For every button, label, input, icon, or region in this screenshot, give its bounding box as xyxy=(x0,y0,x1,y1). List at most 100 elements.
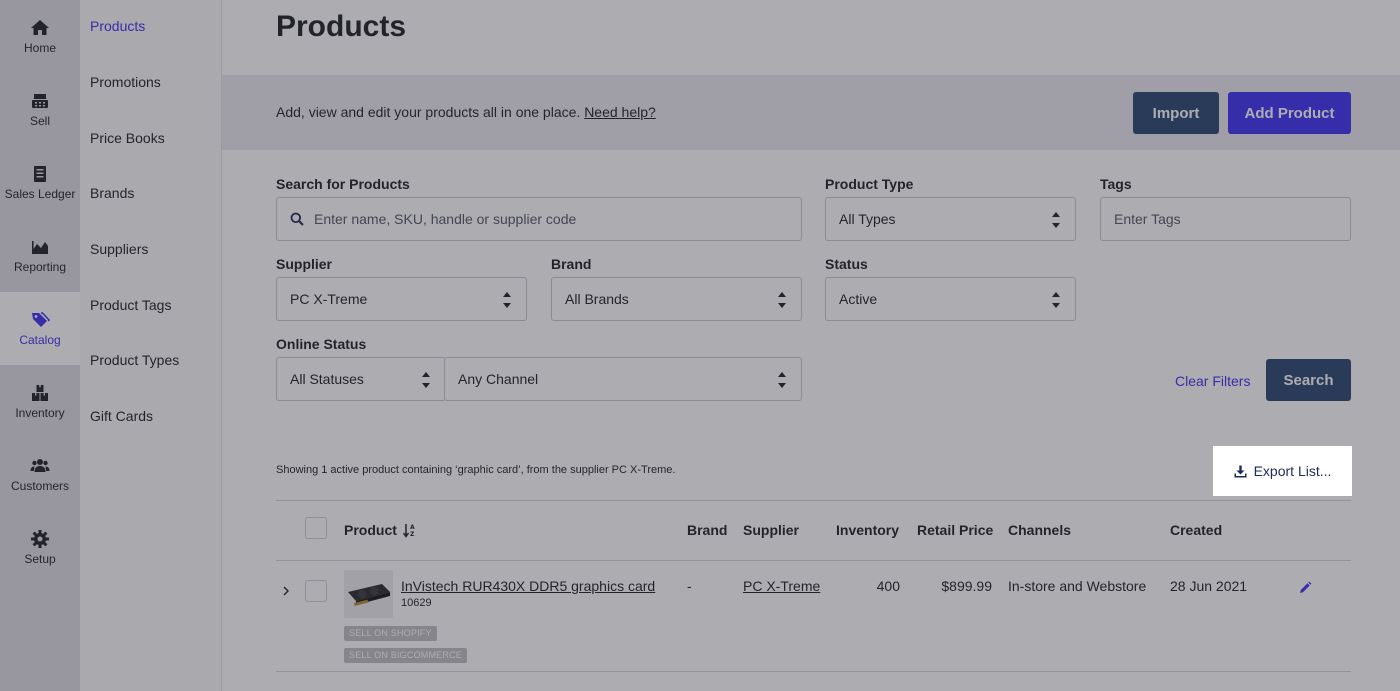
product-type-value: All Types xyxy=(839,211,896,227)
nav-item-catalog[interactable]: Catalog xyxy=(0,292,80,365)
nav-item-reporting[interactable]: Reporting xyxy=(0,219,80,292)
status-select[interactable]: Active xyxy=(825,277,1076,321)
select-arrows-icon xyxy=(1052,292,1060,308)
page-description: Add, view and edit your products all in … xyxy=(276,104,656,120)
chart-icon xyxy=(32,241,48,254)
results-summary: Showing 1 active product containing ‘gra… xyxy=(276,464,676,476)
search-input[interactable]: Enter name, SKU, handle or supplier code xyxy=(276,197,802,241)
online-status-select[interactable]: All Statuses xyxy=(276,357,446,401)
expand-row-icon[interactable] xyxy=(282,585,290,597)
column-header-retail-price[interactable]: Retail Price xyxy=(917,522,993,538)
nav-item-sell[interactable]: Sell xyxy=(0,73,80,146)
page-title: Products xyxy=(276,10,407,43)
home-icon xyxy=(31,20,49,35)
clear-filters-link[interactable]: Clear Filters xyxy=(1175,373,1250,389)
tags-input[interactable]: Enter Tags xyxy=(1100,197,1351,241)
table-row-divider xyxy=(276,671,1351,672)
product-type-select[interactable]: All Types xyxy=(825,197,1076,241)
subnav-item-suppliers[interactable]: Suppliers xyxy=(90,241,148,257)
gear-icon xyxy=(31,530,49,548)
column-header-brand[interactable]: Brand xyxy=(687,522,727,538)
sort-az-icon: AZ xyxy=(402,524,415,538)
subnav-item-price-books[interactable]: Price Books xyxy=(90,130,165,146)
brand-select[interactable]: All Brands xyxy=(551,277,802,321)
add-product-button[interactable]: Add Product xyxy=(1228,92,1351,134)
brand-value: All Brands xyxy=(565,291,629,307)
need-help-link[interactable]: Need help? xyxy=(584,104,656,120)
column-header-product[interactable]: Product AZ xyxy=(344,522,417,538)
supplier-label: Supplier xyxy=(276,256,333,272)
product-brand: - xyxy=(687,578,692,594)
channel-select[interactable]: Any Channel xyxy=(444,357,802,401)
product-retail-price: $899.99 xyxy=(941,578,992,594)
nav-item-customers[interactable]: Customers xyxy=(0,438,80,511)
nav-item-inventory[interactable]: Inventory xyxy=(0,365,80,438)
boxes-icon xyxy=(32,385,48,401)
subnav-item-product-tags[interactable]: Product Tags xyxy=(90,297,171,313)
subnav-item-product-types[interactable]: Product Types xyxy=(90,352,179,368)
ledger-icon xyxy=(34,166,46,182)
nav-item-label: Sales Ledger xyxy=(4,187,76,201)
online-status-value: All Statuses xyxy=(290,371,364,387)
status-label: Status xyxy=(825,256,868,272)
subnav-item-gift-cards[interactable]: Gift Cards xyxy=(90,408,153,424)
register-icon xyxy=(32,94,48,108)
column-header-product-label: Product xyxy=(344,522,397,538)
column-header-inventory[interactable]: Inventory xyxy=(836,522,899,538)
search-label: Search for Products xyxy=(276,176,410,192)
column-header-supplier[interactable]: Supplier xyxy=(743,522,799,538)
users-icon xyxy=(30,459,50,472)
status-value: Active xyxy=(839,291,878,307)
export-list-label: Export List... xyxy=(1253,463,1332,479)
catalog-subnav: Products Promotions Price Books Brands S… xyxy=(80,0,222,691)
badge-sell-on-shopify: SELL ON SHOPIFY xyxy=(344,626,437,641)
select-arrows-icon xyxy=(503,292,511,308)
supplier-select[interactable]: PC X-Treme xyxy=(276,277,527,321)
tags-icon xyxy=(32,312,50,327)
svg-text:Z: Z xyxy=(410,531,415,538)
graphics-card-image xyxy=(344,570,393,618)
select-arrows-icon xyxy=(1052,212,1060,228)
online-status-label: Online Status xyxy=(276,336,367,352)
description-text: Add, view and edit your products all in … xyxy=(276,104,581,120)
subnav-item-products[interactable]: Products xyxy=(90,18,145,34)
import-button[interactable]: Import xyxy=(1133,92,1219,134)
product-thumbnail xyxy=(344,570,393,618)
badge-sell-on-bigcommerce: SELL ON BIGCOMMERCE xyxy=(344,648,467,663)
tags-placeholder: Enter Tags xyxy=(1114,211,1181,227)
select-arrows-icon xyxy=(778,372,786,388)
select-all-checkbox[interactable] xyxy=(305,517,327,539)
nav-item-label: Customers xyxy=(10,479,69,493)
supplier-value: PC X-Treme xyxy=(290,291,368,307)
nav-item-setup[interactable]: Setup xyxy=(0,511,80,584)
subnav-item-promotions[interactable]: Promotions xyxy=(90,74,161,90)
product-name-link[interactable]: InVistech RUR430X DDR5 graphics card xyxy=(401,578,655,594)
search-icon xyxy=(290,212,304,226)
primary-nav: Home Sell Sales Ledger Reporting Catalog… xyxy=(0,0,80,691)
nav-item-label: Setup xyxy=(24,552,56,566)
subnav-item-brands[interactable]: Brands xyxy=(90,185,134,201)
edit-pencil-icon[interactable] xyxy=(1298,581,1312,595)
product-name: InVistech RUR430X DDR5 graphics card xyxy=(401,578,656,594)
nav-item-label: Inventory xyxy=(15,406,65,420)
column-header-created[interactable]: Created xyxy=(1170,522,1222,538)
export-list-button[interactable]: Export List... xyxy=(1213,446,1352,496)
brand-label: Brand xyxy=(551,256,592,272)
select-arrows-icon xyxy=(422,372,430,388)
column-header-channels: Channels xyxy=(1008,522,1072,538)
select-arrows-icon xyxy=(778,292,786,308)
nav-item-sales-ledger[interactable]: Sales Ledger xyxy=(0,146,80,219)
nav-item-home[interactable]: Home xyxy=(0,0,80,73)
nav-item-label: Home xyxy=(23,41,56,55)
nav-item-label: Reporting xyxy=(13,260,67,274)
search-button[interactable]: Search xyxy=(1266,359,1351,401)
row-checkbox[interactable] xyxy=(305,580,327,602)
nav-item-label: Catalog xyxy=(19,333,61,347)
product-supplier: PC X-Treme xyxy=(743,578,821,594)
supplier-link[interactable]: PC X-Treme xyxy=(743,578,820,594)
product-inventory: 400 xyxy=(876,578,900,594)
product-sku: 10629 xyxy=(401,597,432,609)
tags-label: Tags xyxy=(1100,176,1132,192)
search-placeholder: Enter name, SKU, handle or supplier code xyxy=(314,211,577,227)
table-header-divider xyxy=(276,560,1351,561)
